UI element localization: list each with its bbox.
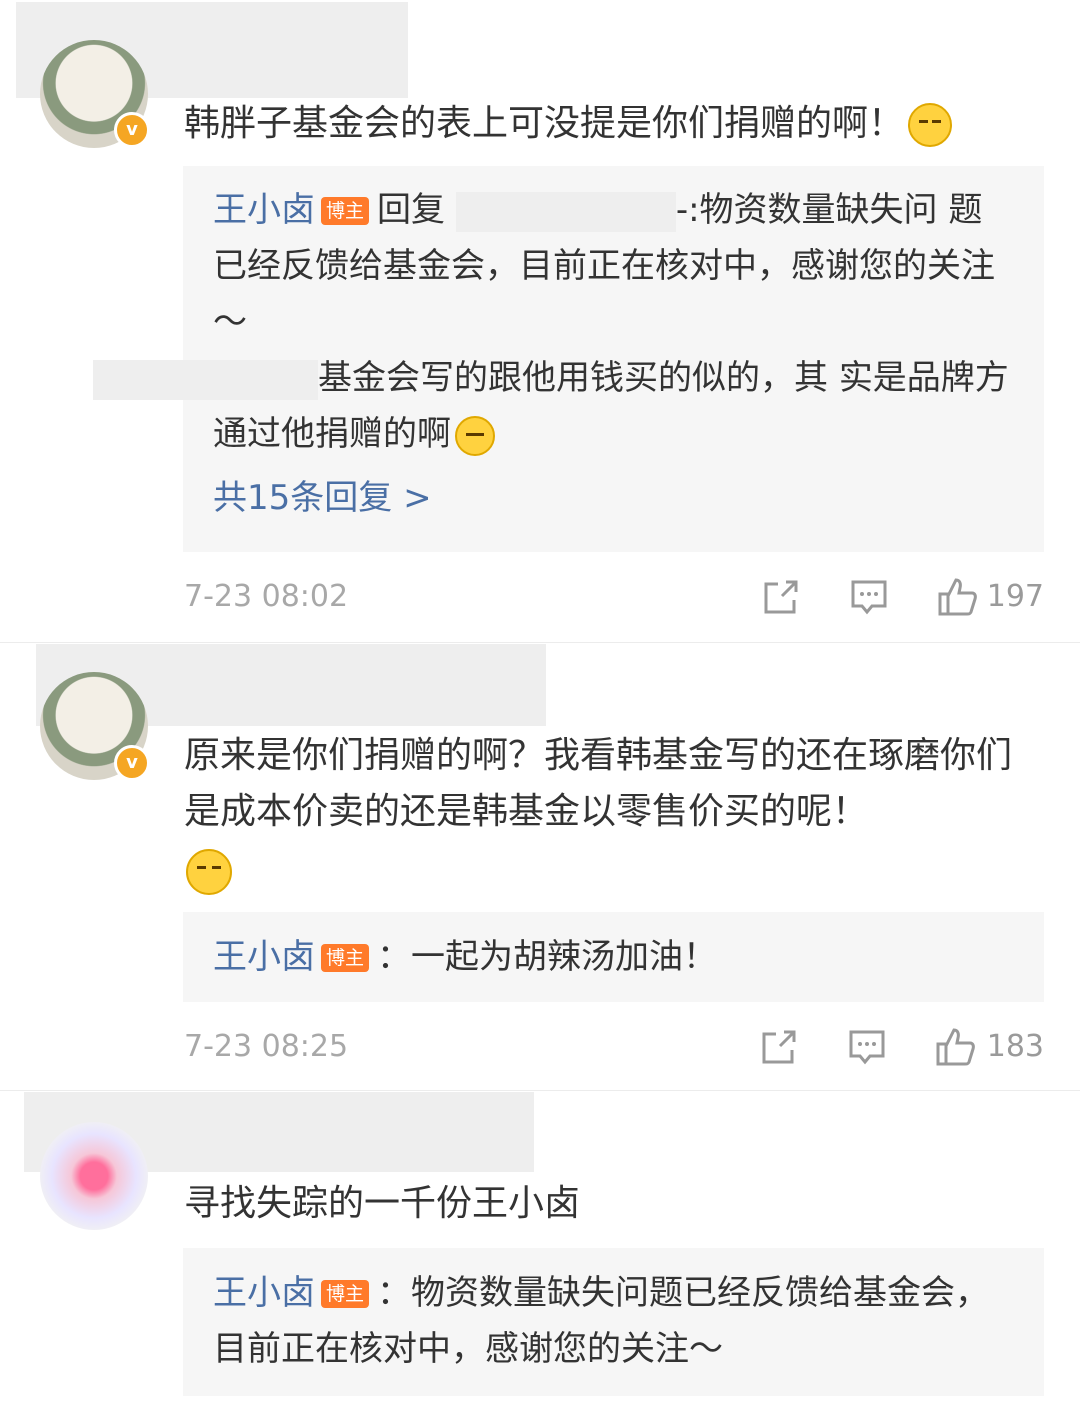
- share-icon[interactable]: [760, 1028, 798, 1066]
- reply-item: 基金会写的跟他用钱买的似的，其 实是品牌方通过他捐赠的啊: [93, 350, 1014, 462]
- avatar[interactable]: [40, 1122, 148, 1230]
- thumbs-up-icon[interactable]: [936, 576, 978, 618]
- shrug-emoji-icon: [908, 103, 953, 147]
- verified-badge-icon: v: [114, 112, 150, 148]
- divider: [0, 1090, 1080, 1091]
- comment-meta: 7-23 08:02 197: [184, 572, 1044, 622]
- host-badge: 博主: [321, 1280, 370, 1308]
- reply-author[interactable]: 王小卤: [213, 190, 315, 230]
- reply-author[interactable]: 王小卤: [213, 937, 315, 977]
- username-redacted: [93, 359, 318, 400]
- comment-text: 寻找失踪的一千份王小卤: [184, 1183, 581, 1224]
- reply-item: 王小卤 博主 回复 -:物资数量缺失问 题已经反馈给基金会，目前正在核对中，感谢您的…: [213, 190, 995, 342]
- reply-word: 回复: [377, 190, 446, 230]
- smirk-emoji-icon: [455, 415, 495, 456]
- username-redacted: [455, 191, 676, 232]
- divider: [0, 642, 1080, 643]
- share-icon[interactable]: [762, 578, 800, 616]
- comment-icon[interactable]: [850, 578, 888, 616]
- reply-box[interactable]: 王小卤 博主 ：一起为胡辣汤加油！: [183, 912, 1044, 1002]
- verified-badge-icon: v: [114, 745, 150, 781]
- timestamp: 7-23 08:25: [184, 1029, 349, 1064]
- reply-item: 王小卤 博主 ：一起为胡辣汤加油！: [213, 937, 718, 977]
- more-replies-link[interactable]: 共15条回复 >: [213, 478, 432, 518]
- comment-text: 原来是你们捐赠的啊？我看韩基金写的还在琢磨你们是成本价卖的还是韩基金以零售价买的…: [184, 728, 1034, 896]
- reply-box[interactable]: 王小卤 博主 回复 -:物资数量缺失问 题已经反馈给基金会，目前正在核对中，感谢您的…: [93, 166, 1044, 552]
- reply-author[interactable]: 王小卤: [213, 1273, 315, 1313]
- comment-meta: 7-23 08:25 183: [184, 1022, 1044, 1072]
- comment-icon[interactable]: [848, 1028, 886, 1066]
- smirk-emoji-icon: [186, 849, 232, 895]
- timestamp: 7-23 08:02: [184, 579, 349, 614]
- like-count: 197: [986, 579, 1044, 614]
- like-count: 183: [986, 1029, 1044, 1064]
- host-badge: 博主: [321, 944, 370, 972]
- thumbs-up-icon[interactable]: [934, 1026, 976, 1068]
- host-badge: 博主: [321, 197, 370, 225]
- reply-item: 王小卤 博主 ：物资数量缺失问题已经反馈给基金会，目前正在核对中，感谢您的关注～: [213, 1273, 990, 1369]
- comment-text: 韩胖子基金会的表上可没提是你们捐赠的啊！: [184, 96, 1034, 152]
- reply-box[interactable]: 王小卤 博主 ：物资数量缺失问题已经反馈给基金会，目前正在核对中，感谢您的关注～: [183, 1248, 1044, 1396]
